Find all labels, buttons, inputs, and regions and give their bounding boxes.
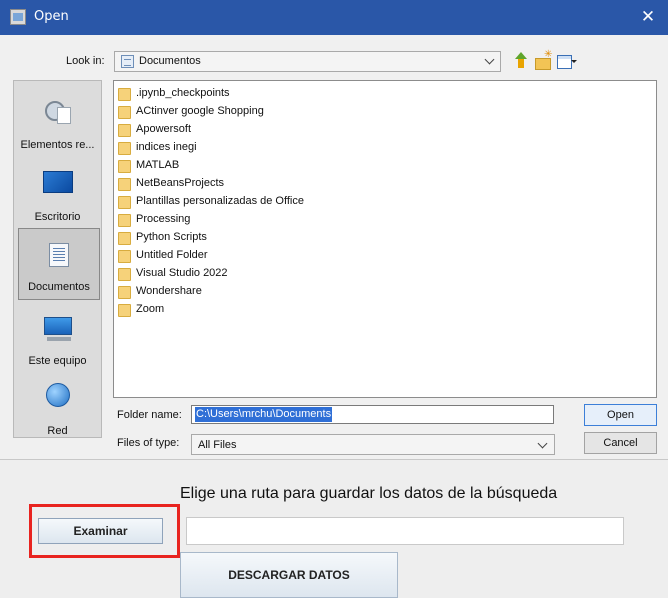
path-input[interactable] xyxy=(186,517,624,545)
folder-name: Untitled Folder xyxy=(136,249,208,261)
network-icon xyxy=(45,383,70,407)
folder-name: NetBeansProjects xyxy=(136,177,225,189)
folder-icon xyxy=(118,124,131,137)
folder-name: Processing xyxy=(136,213,191,225)
dialog-titlebar: Open ✕ xyxy=(0,0,668,35)
place-label: Documentos xyxy=(28,281,90,293)
folder-name: MATLAB xyxy=(136,159,180,171)
look-in-value: Documentos xyxy=(139,55,201,67)
folder-icon xyxy=(118,196,131,209)
java-app-icon xyxy=(10,9,26,25)
folder-icon xyxy=(118,250,131,263)
desktop-icon xyxy=(42,171,73,193)
place-network[interactable]: Red xyxy=(14,371,101,443)
folder-name: Wondershare xyxy=(136,285,202,297)
download-data-button[interactable]: DESCARGAR DATOS xyxy=(180,552,398,598)
folder-name: Visual Studio 2022 xyxy=(136,267,228,279)
files-of-type-value: All Files xyxy=(198,439,237,451)
documents-icon xyxy=(49,243,69,267)
place-label: Escritorio xyxy=(34,211,81,223)
folder-name: Python Scripts xyxy=(136,231,207,243)
look-in-label: Look in: xyxy=(66,55,105,67)
folder-name: ACtinver google Shopping xyxy=(136,105,264,117)
place-label: Este equipo xyxy=(28,355,87,367)
folder-icon xyxy=(118,160,131,173)
new-folder-icon[interactable] xyxy=(533,49,553,70)
folder-name: Zoom xyxy=(136,303,165,315)
recent-items-icon xyxy=(44,99,71,124)
cancel-button[interactable]: Cancel xyxy=(584,432,657,454)
place-recent[interactable]: Elementos re... xyxy=(14,85,101,157)
documents-folder-icon xyxy=(121,55,134,68)
folder-name: Plantillas personalizadas de Office xyxy=(136,195,304,207)
place-desktop[interactable]: Escritorio xyxy=(14,157,101,229)
places-bar: Elementos re... Escritorio Documentos Es… xyxy=(13,80,102,438)
folder-name-label: Folder name: xyxy=(117,409,182,421)
folder-icon xyxy=(118,214,131,227)
folder-name: .ipynb_checkpoints xyxy=(136,87,230,99)
folder-name-value: C:\Users\mrchu\Documents xyxy=(195,407,333,422)
open-dialog: Open ✕ Look in: Documentos Elementos re.… xyxy=(0,0,668,460)
files-of-type-combo[interactable]: All Files xyxy=(191,434,555,455)
up-one-level-icon[interactable] xyxy=(512,52,532,70)
folder-icon xyxy=(118,232,131,245)
computer-icon xyxy=(43,317,72,341)
chevron-down-icon xyxy=(537,438,548,449)
files-of-type-label: Files of type: xyxy=(117,437,180,449)
browse-button[interactable]: Examinar xyxy=(38,518,163,544)
dialog-title: Open xyxy=(34,9,69,24)
folder-name: indices inegi xyxy=(136,141,197,153)
folder-icon xyxy=(118,286,131,299)
place-documents[interactable]: Documentos xyxy=(18,228,100,300)
place-computer[interactable]: Este equipo xyxy=(14,301,101,373)
folder-icon xyxy=(118,178,131,191)
folder-icon xyxy=(118,268,131,281)
page-title: Elige una ruta para guardar los datos de… xyxy=(180,485,558,502)
folder-icon xyxy=(118,88,131,101)
place-label: Elementos re... xyxy=(20,139,95,151)
folder-icon xyxy=(118,142,131,155)
open-button[interactable]: Open xyxy=(584,404,657,426)
place-label: Red xyxy=(47,425,68,437)
folder-name: Apowersoft xyxy=(136,123,192,135)
chevron-down-icon xyxy=(484,54,495,65)
folder-icon xyxy=(118,106,131,119)
view-menu-icon[interactable] xyxy=(556,52,577,70)
look-in-combo[interactable]: Documentos xyxy=(114,51,501,72)
close-icon[interactable]: ✕ xyxy=(628,0,668,35)
file-list[interactable]: .ipynb_checkpoints ACtinver google Shopp… xyxy=(113,80,657,398)
folder-name-input[interactable]: C:\Users\mrchu\Documents xyxy=(191,405,554,424)
folder-icon xyxy=(118,304,131,317)
